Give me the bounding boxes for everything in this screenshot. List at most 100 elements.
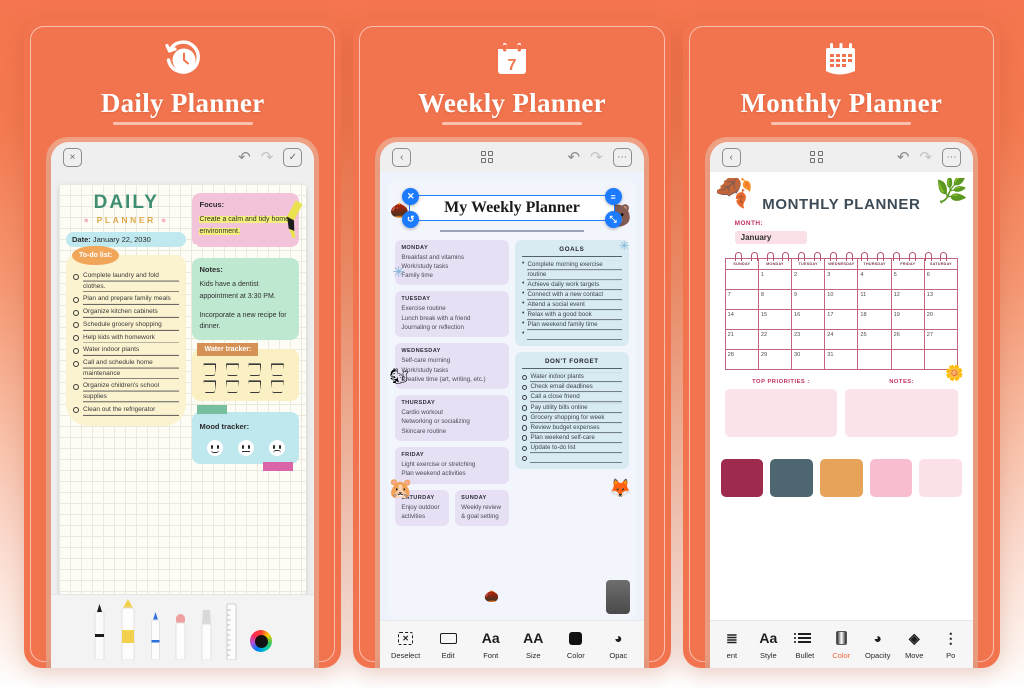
checkbox-icon[interactable] [521, 435, 528, 441]
calendar-day-cell[interactable] [724, 269, 759, 290]
water-glass-icon[interactable] [225, 363, 239, 377]
grid-icon[interactable] [480, 150, 494, 164]
toolbar-button-move[interactable]: ◈ Move [896, 630, 932, 660]
list-item[interactable]: • Achieve daily work targets [522, 279, 622, 290]
calendar-day-cell[interactable]: 31 [824, 349, 859, 370]
back-button[interactable]: ‹ [721, 147, 741, 167]
redo-button[interactable]: ↷ [585, 148, 608, 166]
notes-box[interactable] [845, 389, 958, 437]
calendar-day-cell[interactable] [857, 349, 892, 370]
monthly-bottom-toolbar[interactable]: ≣ ent Aa Style Bullet Color ◕ Opacity ◈ Move ⋮ Po [709, 620, 973, 668]
list-item[interactable]: • Connect with a new contact [522, 289, 622, 300]
checkbox-icon[interactable] [73, 322, 79, 329]
weekly-canvas[interactable]: 🌰 🐻 ✳ ✳ 🐿 🐹 🦊 🌰 ✕ ≡ ↺ [380, 172, 644, 620]
list-item[interactable]: • Plan weekend family time [522, 320, 622, 331]
calendar-day-cell[interactable]: 20 [923, 309, 958, 330]
calendar-day-cell[interactable]: 19 [890, 309, 925, 330]
list-item[interactable]: • [522, 330, 622, 341]
calendar-day-cell[interactable]: 10 [824, 289, 859, 310]
todo-item[interactable]: Plan and prepare family meals [73, 294, 180, 306]
calendar-day-cell[interactable]: 29 [757, 349, 793, 370]
water-glass-icon[interactable] [270, 380, 284, 394]
list-item[interactable]: Check email deadlines [521, 382, 622, 393]
mood-tracker-card[interactable]: Mood tracker: [192, 405, 300, 472]
toolbar-button-color[interactable]: Color [823, 630, 859, 660]
toolbar-button-font[interactable]: Aa Font [469, 630, 512, 660]
color-wheel[interactable] [250, 630, 273, 652]
todo-item[interactable]: Complete laundry and fold clothes. [73, 271, 180, 293]
resize-handle-icon[interactable]: ⤡ [604, 211, 622, 228]
todo-item[interactable]: Call and schedule home maintenance [73, 358, 180, 380]
back-button[interactable]: ‹ [392, 147, 412, 167]
checkbox-icon[interactable] [73, 335, 79, 342]
color-swatch-row[interactable] [717, 447, 966, 497]
close-button[interactable]: × [63, 147, 82, 167]
calendar-day-cell[interactable]: 22 [757, 329, 793, 350]
day-box[interactable]: THURSDAY Cardio workout Networking or soci… [395, 395, 509, 442]
eraser-tool[interactable] [174, 612, 187, 660]
drawing-tool-tray[interactable] [51, 594, 315, 668]
checkbox-icon[interactable] [73, 296, 79, 303]
list-item[interactable]: Water indoor plants [521, 372, 622, 383]
checkbox-icon[interactable] [521, 405, 528, 411]
calendar-day-cell[interactable]: 27 [923, 329, 958, 350]
checkbox-icon[interactable] [521, 455, 528, 462]
color-swatch[interactable] [919, 459, 963, 497]
daily-canvas[interactable]: DAILY ● PLANNER ● Date: January 22, 2030 [51, 172, 315, 594]
brush-tool[interactable] [200, 608, 213, 660]
water-glass-icon[interactable] [203, 363, 217, 377]
calendar-day-cell[interactable]: 24 [824, 329, 859, 350]
toolbar-button-po[interactable]: ⋮ Po [932, 630, 968, 660]
calendar-day-cell[interactable]: 11 [857, 289, 892, 310]
day-box[interactable]: SUNDAY Weekly review & goal setting [455, 489, 509, 527]
color-swatch[interactable] [720, 459, 764, 497]
grid-icon[interactable] [810, 150, 823, 164]
list-item[interactable]: • Complete morning exercise routine [522, 259, 622, 280]
day-box[interactable]: MONDAY Breakfast and vitamins Work/study t… [395, 239, 509, 286]
goals-box[interactable]: GOALS • Complete morning exercise routine… [514, 239, 629, 347]
fineliner-tool[interactable] [150, 610, 161, 660]
date-field[interactable]: Date: January 22, 2030 [66, 232, 187, 247]
color-swatch[interactable] [869, 459, 913, 497]
calendar-day-cell[interactable]: 16 [791, 309, 826, 330]
checkbox-icon[interactable] [521, 384, 528, 391]
redo-button[interactable]: ↷ [914, 148, 937, 166]
water-glass-icon[interactable] [225, 380, 239, 394]
calendar-day-cell[interactable]: 12 [890, 289, 925, 310]
toolbar-button-color[interactable]: Color [555, 630, 598, 660]
rotate-handle-icon[interactable]: ↺ [402, 211, 420, 228]
pen-tool[interactable] [93, 602, 106, 660]
toolbar-button-opac[interactable]: ◕ Opac [597, 630, 640, 660]
todo-item[interactable]: Schedule grocery shopping [73, 319, 180, 331]
done-check-button[interactable]: ✓ [283, 147, 303, 167]
undo-button[interactable]: ↶ [233, 148, 256, 166]
checkbox-icon[interactable] [521, 394, 528, 401]
todo-item[interactable]: Clean out the refrigerator [73, 404, 180, 416]
weekly-title-selection[interactable]: ✕ ≡ ↺ ⤡ My Weekly Planner [402, 188, 622, 228]
list-item[interactable]: Grocery shopping for week [521, 412, 622, 423]
checkbox-icon[interactable] [73, 383, 79, 390]
calendar-day-cell[interactable]: 25 [857, 329, 892, 350]
calendar-table[interactable]: SUNDAY MONDAY TUESDAY WEDNESDAY THURSDAY FRID… [724, 258, 958, 370]
list-item[interactable]: Update to-do list [521, 443, 622, 454]
checkbox-icon[interactable] [521, 445, 528, 452]
highlighter-tool[interactable] [119, 598, 137, 660]
calendar-day-cell[interactable]: 3 [824, 269, 859, 290]
water-glass-icon[interactable] [203, 380, 217, 394]
list-item[interactable]: Plan weekend self-care [521, 432, 622, 444]
ruler-tool[interactable] [226, 602, 237, 660]
calendar-day-cell[interactable]: 2 [791, 269, 826, 290]
notes-card[interactable]: Notes: Kids have a dentist appointment a… [192, 257, 300, 341]
list-item[interactable]: • Relax with a good book [522, 310, 622, 321]
todo-item[interactable]: Water indoor plants [73, 345, 180, 357]
top-priorities-box[interactable] [724, 389, 838, 437]
neutral-face-icon[interactable] [237, 440, 254, 457]
toolbar-button-ent[interactable]: ≣ ent [714, 630, 750, 660]
monthly-canvas[interactable]: 🍂 🌿 🌼 MONTHLY PLANNER MONTH: January SUN… [709, 172, 973, 620]
eraser-widget[interactable] [605, 580, 630, 614]
todo-item[interactable]: Organize kitchen cabinets [73, 307, 180, 318]
calendar-day-cell[interactable]: 28 [724, 349, 759, 370]
calendar-day-cell[interactable]: 14 [724, 309, 759, 330]
calendar-day-cell[interactable]: 23 [791, 329, 826, 350]
list-item[interactable]: Pay utility bills online [521, 402, 622, 413]
